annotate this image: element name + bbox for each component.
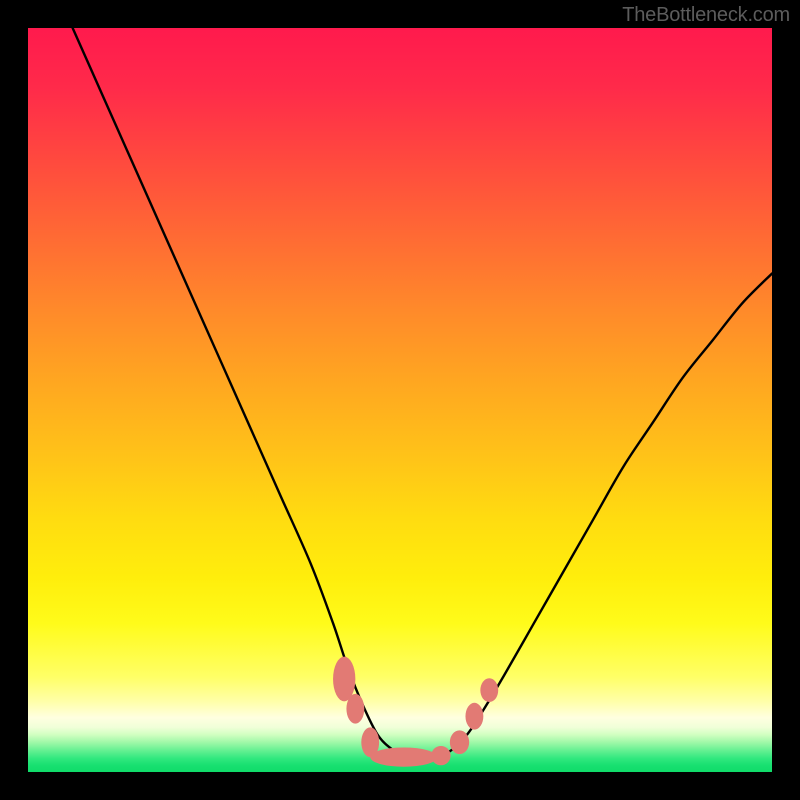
chart-svg	[28, 28, 772, 772]
curve-marker	[465, 703, 483, 730]
bottleneck-curve	[73, 28, 772, 758]
curve-group	[73, 28, 772, 758]
curve-marker	[370, 747, 437, 766]
curve-marker	[333, 657, 355, 702]
markers-group	[333, 657, 498, 767]
watermark-text: TheBottleneck.com	[622, 4, 790, 27]
outer-frame: TheBottleneck.com	[0, 0, 800, 800]
curve-marker	[431, 746, 450, 765]
curve-marker	[346, 694, 364, 724]
plot-area	[28, 28, 772, 772]
curve-marker	[450, 730, 469, 754]
curve-marker	[480, 678, 498, 702]
